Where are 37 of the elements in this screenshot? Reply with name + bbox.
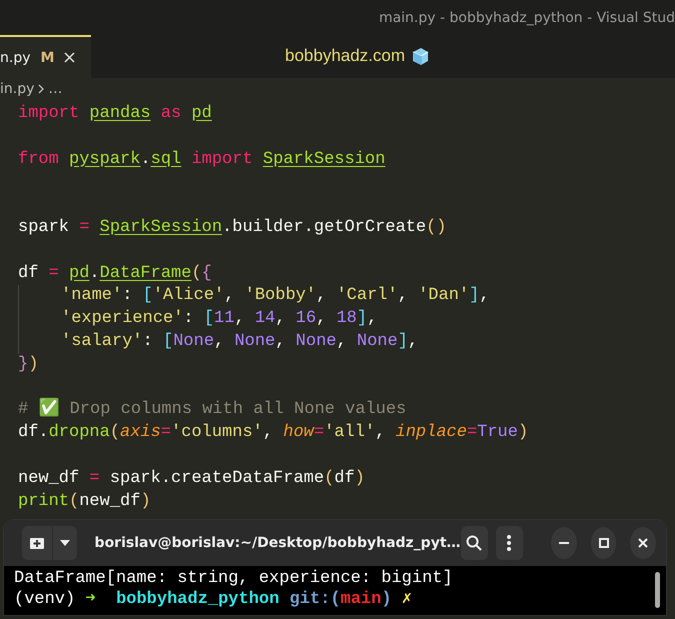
search-button[interactable] — [460, 526, 488, 560]
code-line: 'experience': [11, 14, 16, 18], — [61, 308, 378, 330]
search-icon — [466, 535, 482, 551]
plus-box-icon — [29, 536, 46, 550]
menu-button[interactable] — [496, 526, 523, 560]
site-title: bobbyhadz.com — [285, 46, 406, 66]
code-line: df = pd.DataFrame({ — [18, 262, 212, 285]
terminal-title: borislav@borislav:~/Desktop/bobbyhadz_pyt… — [94, 535, 461, 551]
code-line: 'salary': [None, None, None, None], — [61, 330, 418, 353]
terminal-output: DataFrame[name: string, experience: bigint] — [14, 569, 453, 588]
code-line: }) — [18, 354, 38, 376]
code-line: from pyspark.sql import SparkSession — [18, 148, 386, 171]
dropdown-button[interactable] — [53, 526, 77, 560]
scrollbar[interactable] — [655, 572, 660, 608]
maximize-button[interactable] — [590, 527, 616, 559]
file-tab[interactable]: n.py M — [0, 35, 92, 78]
chevron-right-icon — [38, 84, 44, 94]
code-line: import pandas as pd — [18, 103, 212, 125]
close-icon — [638, 538, 648, 548]
new-tab-button[interactable] — [22, 526, 52, 560]
close-icon[interactable] — [64, 52, 76, 63]
breadcrumb-item[interactable]: in.py — [0, 81, 34, 97]
code-line: print(new_df) — [18, 490, 151, 513]
caret-icon — [60, 540, 70, 546]
maximize-icon — [598, 538, 609, 548]
close-button[interactable] — [630, 527, 656, 559]
menu-icon — [507, 535, 512, 551]
code-line: new_df = spark.createDataFrame(df) — [18, 468, 365, 490]
code-line: spark = SparkSession.builder.getOrCreate() — [18, 216, 446, 239]
minimize-button[interactable] — [551, 527, 577, 559]
code-line: # ✅ Drop columns with all None values — [18, 399, 406, 422]
minimize-icon — [559, 542, 570, 544]
breadcrumb-item[interactable]: … — [48, 81, 62, 97]
window-title: main.py - bobbyhadz_python - Visual Stud — [378, 10, 675, 26]
code-line: df.dropna(axis='columns', how='all', inplace=True) — [18, 422, 528, 444]
terminal-prompt: (venv) ➜ bobbyhadz_python git:(main) ✗ — [14, 590, 412, 609]
code-line: 'name': ['Alice', 'Bobby', 'Carl', 'Dan'], — [61, 285, 490, 308]
